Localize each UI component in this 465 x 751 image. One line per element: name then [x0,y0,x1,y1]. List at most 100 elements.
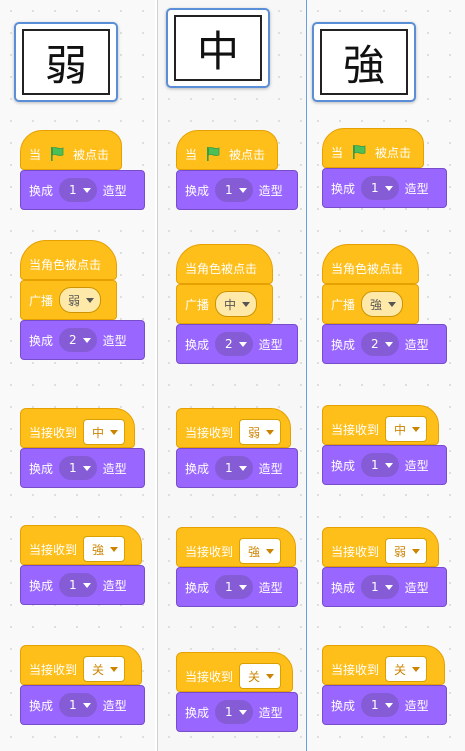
switch-costume-block[interactable]: 换成 1 造型 [176,448,298,488]
broadcast-block[interactable]: 广播強 [322,284,419,324]
costume-dropdown[interactable]: 1 [59,693,97,717]
message-dropdown[interactable]: 关 [83,656,126,682]
switch-costume-block[interactable]: 换成 1 造型 [322,567,447,607]
when-flag-clicked-block[interactable]: 当 被点击 [176,130,278,170]
when-flag-clicked-block[interactable]: 当 被点击 [20,130,122,170]
switch-costume-block[interactable]: 换成 1 造型 [176,567,298,607]
costume-label: 换成 [185,705,210,720]
broadcast-value: 強 [370,297,383,312]
switch-costume-block[interactable]: 换成 1 造型 [20,170,145,210]
costume-dropdown[interactable]: 1 [59,178,97,202]
switch-costume-block[interactable]: 换成 1 造型 [20,448,145,488]
when-i-receive-block[interactable]: 当接收到关 [176,652,293,692]
sprite-card-weak[interactable]: 弱 [14,22,118,102]
hat-prefix-label: 当 [331,145,344,160]
chevron-down-icon [82,702,91,708]
costume-dropdown[interactable]: 2 [59,328,97,352]
chevron-down-icon [82,337,91,343]
costume-dropdown[interactable]: 2 [215,332,253,356]
costume-dropdown[interactable]: 1 [361,575,399,599]
message-dropdown[interactable]: 中 [385,416,428,442]
sprite-title: 弱 [22,29,110,95]
script-stack[interactable]: 当 被点击 换成 1 造型 [176,130,298,210]
costume-dropdown[interactable]: 1 [215,178,253,202]
hat-label: 当角色被点击 [331,261,404,276]
costume-suffix-label: 造型 [258,705,283,720]
when-i-receive-block[interactable]: 当接收到弱 [176,408,291,448]
chevron-down-icon [384,185,393,191]
when-i-receive-block[interactable]: 当接收到中 [322,405,439,445]
broadcast-block[interactable]: 广播弱 [20,280,117,320]
costume-dropdown[interactable]: 1 [361,176,399,200]
switch-costume-block[interactable]: 换成 2 造型 [20,320,145,360]
script-stack[interactable]: 当接收到強换成 1 造型 [20,525,145,605]
when-i-receive-block[interactable]: 当接收到中 [20,408,135,448]
message-dropdown[interactable]: 关 [239,663,282,689]
costume-suffix-label: 造型 [102,461,127,476]
script-stack[interactable]: 当接收到中换成 1 造型 [322,405,447,485]
costume-dropdown[interactable]: 1 [215,700,253,724]
script-stack[interactable]: 当接收到弱换成 1 造型 [322,527,447,607]
message-value: 強 [92,542,105,557]
script-stack[interactable]: 当角色被点击广播強换成 2 造型 [322,244,447,364]
broadcast-block[interactable]: 广播中 [176,284,273,324]
message-dropdown[interactable]: 弱 [385,538,428,564]
script-stack[interactable]: 当接收到強换成 1 造型 [176,527,298,607]
hat-label: 当接收到 [331,662,380,677]
message-dropdown[interactable]: 中 [83,419,126,445]
when-sprite-clicked-block[interactable]: 当角色被点击 [322,244,419,284]
switch-costume-block[interactable]: 换成 1 造型 [20,685,145,725]
message-dropdown[interactable]: 关 [385,656,428,682]
switch-costume-block[interactable]: 换成 1 造型 [176,692,298,732]
script-stack[interactable]: 当接收到弱换成 1 造型 [176,408,298,488]
when-sprite-clicked-block[interactable]: 当角色被点击 [176,244,273,284]
switch-costume-block[interactable]: 换成 1 造型 [20,565,145,605]
sprite-card-strong[interactable]: 強 [312,22,416,102]
when-i-receive-block[interactable]: 当接收到強 [20,525,142,565]
switch-costume-block[interactable]: 换成 1 造型 [322,445,447,485]
message-dropdown[interactable]: 強 [239,538,282,564]
switch-costume-block[interactable]: 换成 2 造型 [176,324,298,364]
hat-suffix-label: 被点击 [375,145,412,160]
switch-costume-block[interactable]: 换成 1 造型 [322,685,447,725]
switch-costume-block[interactable]: 换成 1 造型 [176,170,298,210]
chevron-down-icon [238,709,247,715]
script-stack[interactable]: 当角色被点击 广播中换成 2 造型 [176,244,298,364]
when-sprite-clicked-block[interactable]: 当角色被点击 [20,240,117,280]
broadcast-message-dropdown[interactable]: 弱 [59,287,102,313]
switch-costume-block[interactable]: 换成 2 造型 [322,324,447,364]
message-dropdown[interactable]: 強 [83,536,126,562]
script-stack[interactable]: 当接收到关换成 1 造型 [176,652,298,732]
costume-dropdown[interactable]: 1 [59,573,97,597]
message-value: 关 [248,669,261,684]
switch-costume-block[interactable]: 换成 1 造型 [322,168,447,208]
chevron-down-icon [82,465,91,471]
costume-value: 1 [69,578,77,592]
costume-suffix-label: 造型 [258,580,283,595]
chevron-down-icon [238,465,247,471]
costume-dropdown[interactable]: 2 [361,332,399,356]
sprite-code-panel-weak [0,0,155,751]
costume-value: 1 [69,461,77,475]
when-i-receive-block[interactable]: 当接收到关 [322,645,445,685]
script-stack[interactable]: 当角色被点击 广播弱换成 2 造型 [20,240,145,360]
costume-dropdown[interactable]: 1 [215,456,253,480]
when-i-receive-block[interactable]: 当接收到弱 [322,527,439,567]
broadcast-message-dropdown[interactable]: 強 [361,291,404,317]
script-stack[interactable]: 当 被点击 换成 1 造型 [20,130,145,210]
when-i-receive-block[interactable]: 当接收到关 [20,645,142,685]
costume-dropdown[interactable]: 1 [361,453,399,477]
broadcast-message-dropdown[interactable]: 中 [215,291,258,317]
script-stack[interactable]: 当接收到关换成 1 造型 [20,645,145,725]
costume-dropdown[interactable]: 1 [361,693,399,717]
script-stack[interactable]: 当接收到中换成 1 造型 [20,408,145,488]
chevron-down-icon [388,301,397,307]
when-i-receive-block[interactable]: 当接收到強 [176,527,296,567]
costume-dropdown[interactable]: 1 [215,575,253,599]
sprite-card-medium[interactable]: 中 [166,8,270,88]
costume-dropdown[interactable]: 1 [59,456,97,480]
message-dropdown[interactable]: 弱 [239,419,282,445]
script-stack[interactable]: 当 被点击换成 1 造型 [322,128,447,208]
script-stack[interactable]: 当接收到关换成 1 造型 [322,645,447,725]
when-flag-clicked-block[interactable]: 当 被点击 [322,128,424,168]
